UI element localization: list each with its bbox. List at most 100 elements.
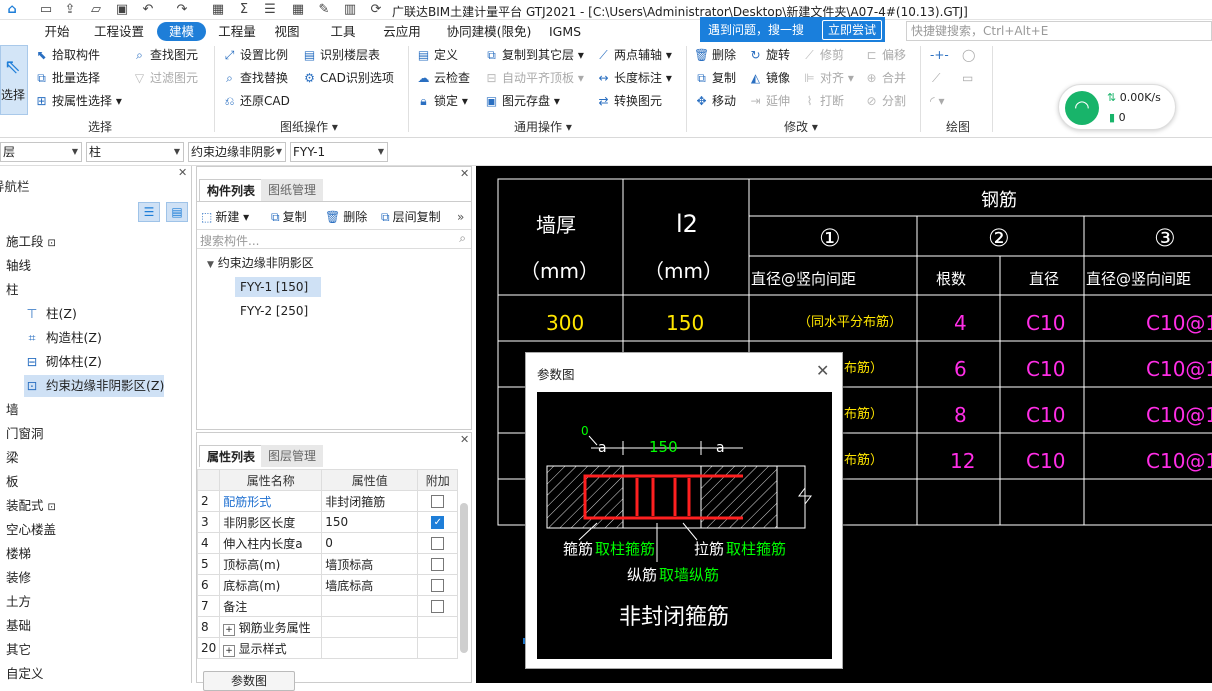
prop-value[interactable]: 墙底标高 [321, 574, 419, 596]
calculator-icon[interactable]: ▦ [210, 2, 226, 18]
component-item-fyy2[interactable]: FYY-2 [250] [235, 301, 308, 321]
set-scale-button[interactable]: ⤢ 设置比例 [222, 45, 288, 65]
align-button[interactable]: ⊫ 对齐 ▾ [802, 68, 854, 88]
move-button[interactable]: ✥ 移动 [694, 91, 736, 111]
attach-checkbox-checked[interactable]: ✓ [431, 516, 445, 529]
try-now-button[interactable]: 立即尝试 [822, 20, 883, 40]
sum-icon[interactable]: Σ [236, 2, 252, 18]
prop-value[interactable]: 非封闭箍筋 [321, 490, 419, 512]
expand-icon[interactable]: + [223, 623, 235, 636]
nav-item-foundation[interactable]: 基础 [6, 616, 31, 636]
nav-item-prefab[interactable]: 装配式 ⊡ [6, 496, 56, 516]
tab-start[interactable]: 开始 [38, 22, 76, 41]
cad-options-button[interactable]: ⚙ CAD识别选项 [302, 68, 394, 88]
shortcut-search-input[interactable]: 快捷键搜索，Ctrl+Alt+E [906, 21, 1212, 41]
convert-element-button[interactable]: ⇄ 转换图元 [596, 91, 662, 111]
close-icon[interactable]: ✕ [816, 361, 829, 380]
draw-circle-button[interactable]: ◯ [962, 45, 975, 65]
select-tool-button[interactable]: ⇖ 选择 [0, 45, 28, 115]
tab-project-settings[interactable]: 工程设置 [88, 22, 150, 41]
tab-layer-manage[interactable]: 图层管理 [261, 445, 324, 467]
nav-item-other[interactable]: 其它 [6, 640, 31, 660]
expand-icon[interactable]: + [223, 644, 235, 657]
restore-cad-button[interactable]: ⎌ 还原CAD [222, 91, 290, 111]
attach-checkbox[interactable] [431, 558, 445, 571]
grid-icon[interactable]: ▦ [290, 2, 306, 18]
offset-button[interactable]: ⊏ 偏移 [864, 45, 906, 65]
nav-item-decoration[interactable]: 装修 [6, 568, 31, 588]
break-button[interactable]: ⌇ 打断 [802, 91, 844, 111]
copy-component-button[interactable]: ⧉ 复制 [271, 207, 307, 227]
tab-collab[interactable]: 协同建模(限免) [440, 22, 538, 41]
component-item-fyy1[interactable]: FYY-1 [150] [235, 277, 321, 297]
tab-component-list[interactable]: 构件列表 [199, 179, 264, 201]
cross-floor-copy-button[interactable]: ⧉ 层间复制 [381, 207, 441, 227]
length-dimension-button[interactable]: ↔ 长度标注 ▾ [596, 68, 671, 88]
filter-element-button[interactable]: ▽ 过滤图元 [132, 68, 198, 88]
lock-button[interactable]: 🔒︎ 锁定 ▾ [416, 91, 468, 111]
component-select[interactable]: FYY-1 ▼ [290, 142, 388, 162]
save-icon[interactable]: ▣ [114, 2, 130, 18]
draw-line-button[interactable]: ⟋ [932, 68, 940, 88]
attach-checkbox[interactable] [431, 579, 445, 592]
tab-property-list[interactable]: 属性列表 [199, 445, 264, 467]
attach-checkbox[interactable] [431, 600, 445, 613]
trim-button[interactable]: ⟋ 修剪 [802, 45, 844, 65]
nav-item-custom[interactable]: 自定义 [6, 664, 44, 684]
prop-value[interactable]: 150 [321, 511, 419, 533]
report-icon[interactable]: ☰ [262, 2, 278, 18]
close-icon[interactable]: ✕ [460, 433, 469, 446]
table-icon[interactable]: ▥ [342, 2, 358, 18]
nav-sub-constraint-edge[interactable]: ⊡ 约束边缘非阴影区(Z) [24, 375, 165, 397]
prop-value[interactable] [321, 595, 419, 617]
copy-button[interactable]: ⧉ 复制 [694, 68, 736, 88]
close-icon[interactable]: ✕ [460, 167, 469, 180]
find-replace-button[interactable]: ⌕ 查找替换 [222, 68, 288, 88]
edit-icon[interactable]: ✎ [316, 2, 332, 18]
nav-item-wall[interactable]: 墙 [6, 400, 19, 420]
nav-item-hollow-slab[interactable]: 空心楼盖 [6, 520, 56, 540]
tab-tools[interactable]: 工具 [326, 22, 360, 41]
nav-item-column[interactable]: 柱 [6, 280, 19, 300]
param-diagram-button[interactable]: 参数图 [203, 671, 295, 691]
tab-quantity[interactable]: 工程量 [213, 22, 261, 41]
prop-value[interactable]: 0 [321, 532, 419, 554]
component-search-input[interactable]: 搜索构件... ⌕ [197, 229, 471, 249]
category-select[interactable]: 柱 ▼ [86, 142, 184, 162]
find-element-button[interactable]: ⌕ 查找图元 [132, 45, 198, 65]
mirror-button[interactable]: ◭ 镜像 [748, 68, 790, 88]
undo-icon[interactable]: ↶ [140, 2, 156, 18]
batch-select-button[interactable]: ⧉ 批量选择 [34, 68, 100, 88]
tab-drawing-manage[interactable]: 图纸管理 [261, 179, 324, 201]
delete-component-button[interactable]: 🗑︎ 删除 [325, 207, 367, 227]
redo-icon[interactable]: ↷ [174, 2, 190, 18]
floor-select[interactable]: 层 ▼ [0, 142, 82, 162]
scrollbar[interactable] [460, 503, 468, 653]
identify-floor-table-button[interactable]: ▤ 识别楼层表 [302, 45, 380, 65]
close-icon[interactable]: ✕ [178, 166, 187, 179]
tree-root[interactable]: ▼ 约束边缘非阴影区 [207, 253, 314, 273]
nav-item-door-window[interactable]: 门窗洞 [6, 424, 44, 444]
nav-item-slab[interactable]: 板 [6, 472, 19, 492]
tab-view[interactable]: 视图 [270, 22, 304, 41]
prop-name[interactable]: + 钢筋业务属性 [219, 616, 323, 638]
nav-item-axis[interactable]: 轴线 [6, 256, 31, 276]
merge-button[interactable]: ⊕ 合并 [864, 68, 906, 88]
prop-name[interactable]: + 显示样式 [219, 637, 323, 659]
nav-item-construction-section[interactable]: 施工段 ⊡ [6, 232, 56, 252]
new-file-icon[interactable]: ▭ [38, 2, 54, 18]
nav-item-earthwork[interactable]: 土方 [6, 592, 31, 612]
copy-to-other-floors-button[interactable]: ⧉ 复制到其它层 ▾ [484, 45, 584, 65]
tab-modeling[interactable]: 建模 [157, 22, 206, 41]
nav-sub-masonry-column[interactable]: ⊟ 砌体柱(Z) [24, 351, 102, 373]
open-folder-icon[interactable]: ▱ [88, 2, 104, 18]
more-icon[interactable]: » [457, 207, 464, 227]
save-element-button[interactable]: ▣ 图元存盘 ▾ [484, 91, 560, 111]
new-button[interactable]: ⬚ 新建 ▾ [201, 207, 249, 227]
detail-view-icon[interactable]: ▤ [166, 202, 188, 222]
tab-cloud[interactable]: 云应用 [378, 22, 426, 41]
nav-item-beam[interactable]: 梁 [6, 448, 19, 468]
network-speed-widget[interactable]: ◠ ⇅ 0.00K/s ▮ 0 [1058, 84, 1176, 130]
define-button[interactable]: ▤ 定义 [416, 45, 458, 65]
type-select[interactable]: 约束边缘非阴影 ▼ [188, 142, 286, 162]
